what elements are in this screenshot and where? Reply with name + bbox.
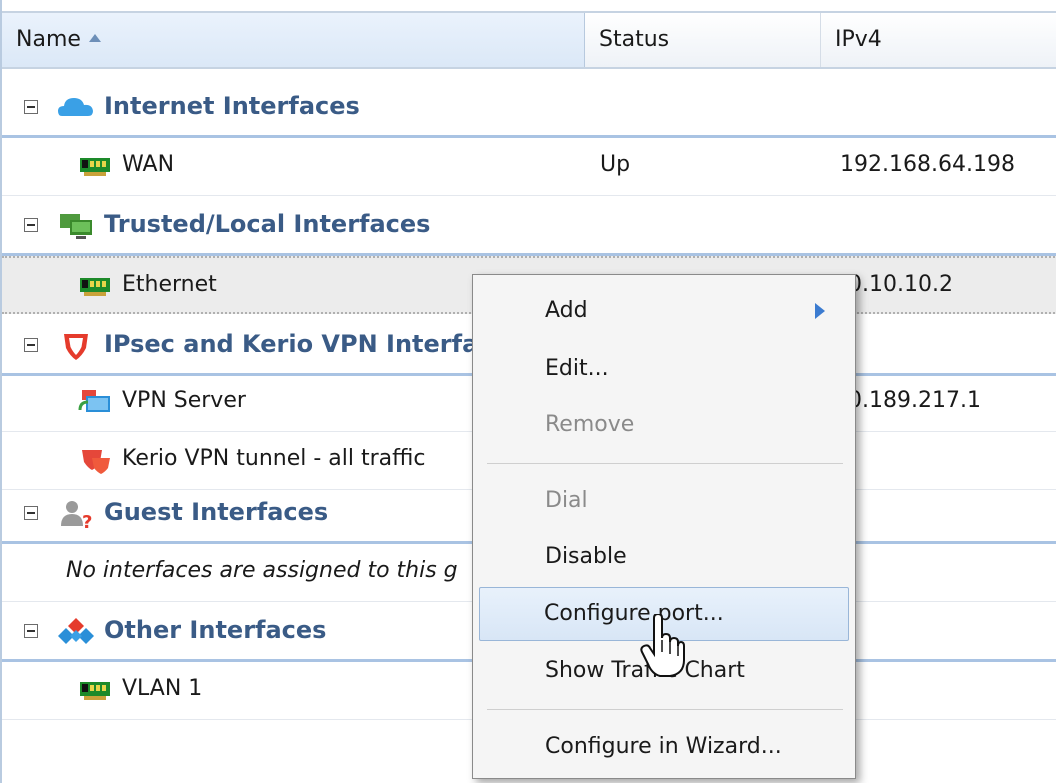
network-card-icon	[80, 158, 110, 176]
interface-name: Kerio VPN tunnel - all traffic	[122, 446, 426, 471]
sort-ascending-icon	[88, 34, 101, 42]
interface-name: VLAN 1	[122, 676, 203, 701]
menu-item-add[interactable]: Add	[481, 285, 847, 337]
interface-ipv4: 0.10.10.2	[848, 272, 953, 297]
collapse-toggle-icon[interactable]	[24, 506, 38, 520]
column-header-name[interactable]: Name	[2, 13, 585, 67]
hand-pointer-cursor-icon	[640, 614, 685, 677]
column-header-name-label: Name	[16, 27, 81, 52]
table-row-wan[interactable]: WAN Up 192.168.64.198	[2, 138, 1056, 196]
menu-item-label: Dial	[545, 488, 588, 513]
interface-name: Ethernet	[122, 272, 217, 297]
collapse-toggle-icon[interactable]	[24, 100, 38, 114]
menu-separator	[487, 463, 843, 464]
group-label: Other Interfaces	[104, 616, 327, 644]
group-trusted-local-interfaces[interactable]: Trusted/Local Interfaces	[2, 200, 1056, 256]
menu-item-label: Remove	[545, 412, 635, 437]
menu-item-label: Disable	[545, 544, 627, 569]
group-label: Guest Interfaces	[104, 498, 329, 526]
grid-header: Name Status IPv4	[2, 11, 1056, 69]
interface-name: WAN	[122, 152, 175, 177]
group-label: Internet Interfaces	[104, 92, 360, 120]
interface-ipv4: 192.168.64.198	[840, 152, 1015, 177]
submenu-arrow-icon	[815, 303, 825, 319]
menu-item-disable[interactable]: Disable	[481, 531, 847, 583]
network-diamond-icon	[58, 618, 94, 644]
column-header-ipv4[interactable]: IPv4	[821, 13, 1056, 67]
collapse-toggle-icon[interactable]	[24, 624, 38, 638]
shield-icon	[64, 334, 88, 360]
svg-text:?: ?	[82, 512, 92, 530]
vpn-server-icon	[78, 390, 110, 412]
group-label: IPsec and Kerio VPN Interfa	[104, 330, 479, 358]
interface-name: VPN Server	[122, 388, 246, 413]
collapse-toggle-icon[interactable]	[24, 218, 38, 232]
group-internet-interfaces[interactable]: Internet Interfaces	[2, 82, 1056, 138]
vpn-tunnel-icon	[82, 450, 110, 474]
interface-status: Up	[600, 152, 631, 177]
context-menu: Add Edit... Remove Dial Disable Configur…	[472, 274, 856, 779]
menu-item-label: Configure in Wizard...	[545, 734, 782, 759]
network-card-icon	[80, 278, 110, 296]
menu-item-remove[interactable]: Remove	[481, 399, 847, 451]
column-header-status-label: Status	[599, 27, 670, 52]
column-header-status[interactable]: Status	[585, 13, 821, 67]
menu-item-label: Configure port...	[544, 601, 724, 626]
menu-item-dial[interactable]: Dial	[481, 475, 847, 527]
interface-ipv4: 0.189.217.1	[848, 388, 981, 413]
column-header-ipv4-label: IPv4	[835, 27, 882, 52]
collapse-toggle-icon[interactable]	[24, 338, 38, 352]
cloud-icon	[58, 98, 93, 116]
menu-item-configure-in-wizard[interactable]: Configure in Wizard...	[481, 721, 847, 773]
computers-icon	[60, 214, 92, 239]
network-card-icon	[80, 682, 110, 700]
guest-user-icon: ?	[61, 501, 92, 530]
menu-separator	[487, 709, 843, 710]
menu-item-label: Add	[545, 298, 588, 323]
menu-item-edit[interactable]: Edit...	[481, 343, 847, 395]
menu-item-label: Edit...	[545, 356, 609, 381]
empty-group-message: No interfaces are assigned to this g	[66, 558, 458, 583]
group-label: Trusted/Local Interfaces	[104, 210, 431, 238]
